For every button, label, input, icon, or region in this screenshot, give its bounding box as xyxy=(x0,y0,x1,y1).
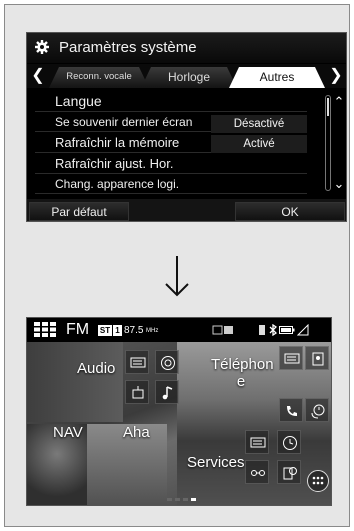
list-item-remember-last-screen[interactable]: Se souvenir dernier écran Désactivé xyxy=(35,112,307,133)
aha-tile[interactable]: Aha xyxy=(123,424,150,441)
phone-info-shortcut[interactable] xyxy=(279,346,303,370)
row-label: Rafraîchir la mémoire xyxy=(55,135,180,150)
status-bar: FM ST 1 87.5 MHz xyxy=(27,318,331,342)
services-info-shortcut[interactable] xyxy=(245,430,269,454)
tab-scroll-left-button[interactable]: ❮ xyxy=(29,64,47,88)
tab-scroll-right-button[interactable]: ❯ xyxy=(327,64,345,88)
page-dot xyxy=(183,498,188,501)
home-grid-icon[interactable] xyxy=(34,322,56,337)
preset-badge: 1 xyxy=(113,325,122,336)
clock-shortcut[interactable] xyxy=(277,430,301,454)
audio-tile-background xyxy=(27,342,123,422)
row-value: Activé xyxy=(211,135,307,153)
page-indicator xyxy=(167,498,207,502)
audio-scan-shortcut[interactable] xyxy=(155,350,179,374)
gear-icon xyxy=(35,40,49,54)
media-status-icon xyxy=(212,325,233,335)
home-screen: FM ST 1 87.5 MHz Audio Téléphon e NAV Ah… xyxy=(26,317,332,506)
phone-status-icon xyxy=(259,325,265,335)
list-screen-icon xyxy=(250,437,266,448)
scroll-down-icon[interactable]: ⌄ xyxy=(330,177,346,191)
audio-tile[interactable]: Audio xyxy=(77,360,115,377)
page-dot xyxy=(175,498,180,501)
scroll-up-icon[interactable]: ⌃ xyxy=(330,95,346,109)
audio-info-shortcut[interactable] xyxy=(125,350,149,374)
title-bar: Paramètres système xyxy=(27,33,346,63)
battery-icon xyxy=(279,326,295,334)
row-value: Désactivé xyxy=(211,115,307,133)
home-tiles-area: Audio Téléphon e NAV Aha Services xyxy=(27,342,331,505)
list-item-refresh-memory[interactable]: Rafraîchir la mémoire Activé xyxy=(35,132,307,153)
tab-bar: ❮ Reconn. vocale Horloge Autres ❯ xyxy=(27,64,346,88)
settings-clock-icon xyxy=(283,467,297,480)
clock-icon xyxy=(283,436,297,450)
tab-clock[interactable]: Horloge xyxy=(141,67,237,88)
music-note-icon xyxy=(162,386,173,400)
link-icon xyxy=(251,470,265,476)
handset-icon xyxy=(287,406,297,416)
list-item-change-software-look[interactable]: Chang. apparence logi. xyxy=(35,174,307,194)
down-arrow-icon xyxy=(165,256,189,297)
services-tile[interactable]: Services xyxy=(187,454,245,471)
list-item-refresh-time-adjust[interactable]: Rafraîchir ajust. Hor. xyxy=(35,153,307,174)
call-history-icon xyxy=(311,404,325,419)
signal-icon xyxy=(297,324,309,336)
page-title: Paramètres système xyxy=(59,39,197,56)
page-dot xyxy=(167,498,172,501)
phonebook-icon xyxy=(312,352,324,366)
system-settings-screen: Paramètres système ❮ Reconn. vocale Horl… xyxy=(26,32,347,222)
phone-call-shortcut[interactable] xyxy=(279,398,303,422)
row-label: Rafraîchir ajust. Hor. xyxy=(55,156,174,171)
row-label: Se souvenir dernier écran xyxy=(55,115,193,129)
frequency-unit: MHz xyxy=(146,328,159,334)
telephone-tile[interactable]: Téléphon e xyxy=(211,356,274,390)
tab-other[interactable]: Autres xyxy=(229,67,325,88)
bottom-button-bar: Par défaut OK xyxy=(27,199,346,221)
row-label: Langue xyxy=(55,93,102,109)
stereo-badge: ST xyxy=(98,325,112,336)
list-screen-icon xyxy=(284,353,300,364)
radio-icon xyxy=(132,386,144,399)
nav-tile[interactable]: NAV xyxy=(53,424,83,441)
frequency-readout: 87.5 xyxy=(124,325,144,336)
scroll-thumb[interactable] xyxy=(327,98,329,116)
list-screen-icon xyxy=(130,357,146,368)
phone-history-shortcut[interactable] xyxy=(305,398,329,422)
list-item-language[interactable]: Langue xyxy=(35,90,307,112)
settings-list: Langue Se souvenir dernier écran Désacti… xyxy=(27,90,346,194)
tab-voice-recognition[interactable]: Reconn. vocale xyxy=(49,67,149,88)
scan-icon xyxy=(161,356,175,370)
default-button[interactable]: Par défaut xyxy=(29,202,129,221)
more-dots-icon xyxy=(312,476,324,485)
audio-source-label: FM xyxy=(66,321,90,338)
hfl-shortcut[interactable] xyxy=(245,460,269,484)
list-scrollbar[interactable]: ⌃ ⌄ xyxy=(321,93,345,193)
settings-shortcut[interactable] xyxy=(277,460,301,484)
audio-source-shortcut[interactable] xyxy=(125,380,149,404)
audio-music-shortcut[interactable] xyxy=(155,380,179,404)
row-label: Chang. apparence logi. xyxy=(55,177,180,191)
phone-contacts-shortcut[interactable] xyxy=(305,346,329,370)
ok-button[interactable]: OK xyxy=(235,202,345,221)
more-apps-button[interactable] xyxy=(307,470,329,492)
bluetooth-icon xyxy=(269,324,277,336)
page-dot-active xyxy=(191,498,196,501)
